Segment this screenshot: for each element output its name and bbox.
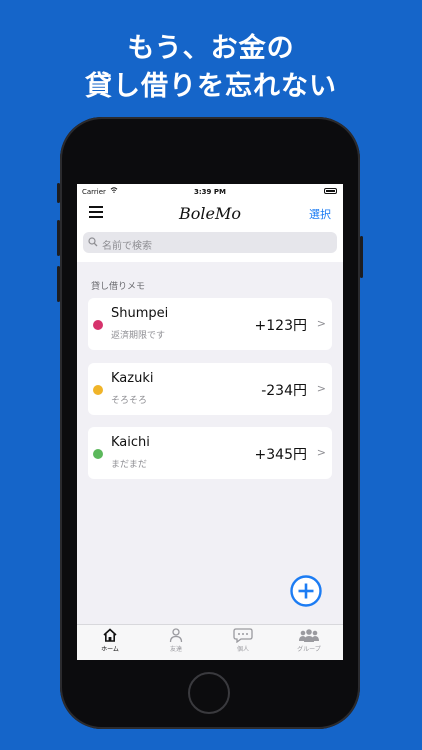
volume-down-button (57, 266, 60, 302)
battery-icon (324, 188, 337, 194)
entry-name: Shumpei (111, 306, 169, 321)
select-button[interactable]: 選択 (309, 206, 331, 222)
section-header: 貸し借りメモ (91, 282, 146, 292)
power-button (360, 236, 363, 278)
person-icon (169, 628, 183, 643)
entry-note: 返済期限です (111, 331, 166, 341)
entry-amount: +123円 (254, 318, 307, 334)
promo-headline: もう、お金の 貸し借りを忘れない (0, 30, 422, 106)
tab-personal-label: 個人 (236, 646, 249, 653)
tab-friends[interactable]: 友達 (143, 627, 209, 653)
status-dot (93, 385, 103, 395)
entry-amount: -234円 (261, 383, 307, 399)
status-dot (93, 320, 103, 330)
status-bar: Carrier 3:39 PM (77, 184, 343, 200)
tab-home-label: ホーム (101, 646, 119, 653)
tab-group-label: グループ (297, 646, 321, 653)
chevron-right-icon: > (316, 317, 326, 330)
entry-note: そろそろ (111, 396, 148, 406)
entry-name: Kaichi (111, 435, 150, 450)
chevron-right-icon: > (316, 446, 326, 459)
search-icon (88, 237, 98, 247)
app-screen: Carrier 3:39 PM BoleMo 選択 名前で検索 貸し借りメモ S… (77, 184, 343, 660)
headline-line-2: 貸し借りを忘れない (85, 71, 337, 102)
app-title: BoleMo (179, 204, 241, 223)
tab-friends-label: 友達 (169, 646, 182, 653)
navigation-bar: BoleMo 選択 名前で検索 (77, 200, 343, 262)
headline-line-1: もう、お金の (127, 33, 295, 64)
entry-amount: +345円 (254, 447, 307, 463)
chat-icon (233, 628, 253, 643)
chevron-right-icon: > (316, 382, 326, 395)
search-placeholder: 名前で検索 (102, 241, 152, 252)
tab-personal[interactable]: 個人 (210, 627, 276, 653)
entry-name: Kazuki (111, 371, 154, 386)
entry-note: まだまだ (111, 460, 147, 470)
mute-switch (57, 183, 60, 203)
list-item[interactable]: Kazuki そろそろ -234円 > (88, 363, 332, 415)
tab-group[interactable]: グループ (276, 627, 342, 653)
home-icon (103, 628, 117, 642)
list-item[interactable]: Kaichi まだまだ +345円 > (88, 427, 332, 479)
list-item[interactable]: Shumpei 返済期限です +123円 > (88, 298, 332, 350)
add-entry-button[interactable] (290, 575, 322, 607)
search-input[interactable]: 名前で検索 (83, 232, 337, 253)
group-icon (299, 629, 319, 642)
tab-home[interactable]: ホーム (77, 627, 143, 653)
status-dot (93, 449, 103, 459)
status-time: 3:39 PM (194, 188, 226, 196)
tab-bar: ホーム 友達 個人 グループ (77, 624, 343, 660)
volume-up-button (57, 220, 60, 256)
home-button[interactable] (188, 672, 230, 714)
